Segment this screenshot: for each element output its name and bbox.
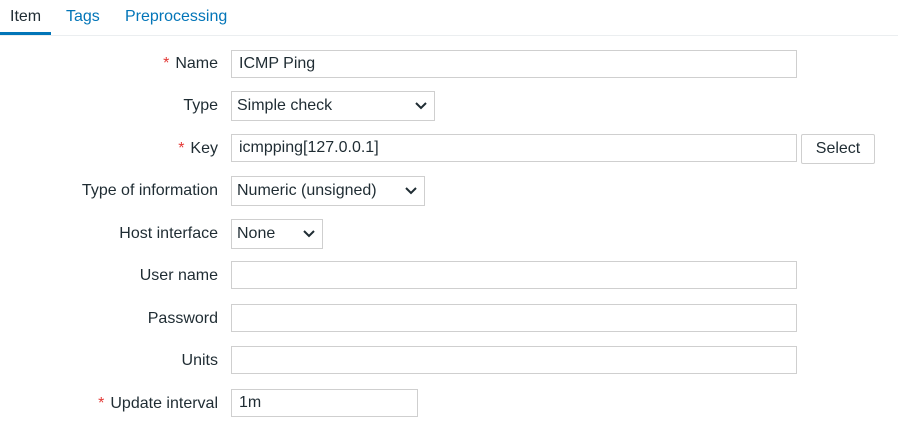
- user-name-input[interactable]: [231, 261, 797, 289]
- tab-bar: Item Tags Preprocessing: [0, 0, 898, 36]
- type-select-value: Simple check: [237, 97, 333, 114]
- update-interval-input[interactable]: 1m: [231, 389, 418, 417]
- name-label-text: Name: [175, 55, 218, 72]
- name-label: * Name: [163, 55, 218, 73]
- key-input[interactable]: icmpping[127.0.0.1]: [231, 134, 797, 162]
- user-name-label: User name: [139, 267, 218, 284]
- key-select-button[interactable]: Select: [801, 134, 875, 164]
- chevron-down-icon: [405, 187, 417, 195]
- chevron-down-icon: [415, 102, 427, 110]
- required-marker: *: [98, 395, 105, 412]
- password-input[interactable]: [231, 304, 797, 332]
- tab-tags[interactable]: Tags: [66, 0, 100, 33]
- required-marker: *: [163, 55, 170, 72]
- units-input[interactable]: [231, 346, 797, 374]
- type-select[interactable]: Simple check: [231, 91, 435, 121]
- units-label: Units: [181, 352, 218, 369]
- password-label: Password: [147, 310, 218, 327]
- update-interval-label-text: Update interval: [110, 395, 218, 412]
- host-interface-value: None: [237, 225, 276, 242]
- chevron-down-icon: [303, 230, 315, 238]
- type-of-information-label: Type of information: [81, 182, 218, 199]
- key-label-text: Key: [190, 140, 218, 157]
- required-marker: *: [178, 140, 185, 157]
- tab-item[interactable]: Item: [0, 0, 52, 35]
- tab-preprocessing[interactable]: Preprocessing: [125, 0, 227, 33]
- type-of-information-value: Numeric (unsigned): [237, 182, 377, 199]
- type-label: Type: [183, 97, 218, 114]
- type-of-information-select[interactable]: Numeric (unsigned): [231, 176, 425, 206]
- update-interval-label: * Update interval: [98, 395, 218, 413]
- key-label: * Key: [178, 140, 218, 158]
- name-input[interactable]: ICMP Ping: [231, 50, 797, 78]
- host-interface-label: Host interface: [119, 225, 218, 242]
- host-interface-select[interactable]: None: [231, 219, 323, 249]
